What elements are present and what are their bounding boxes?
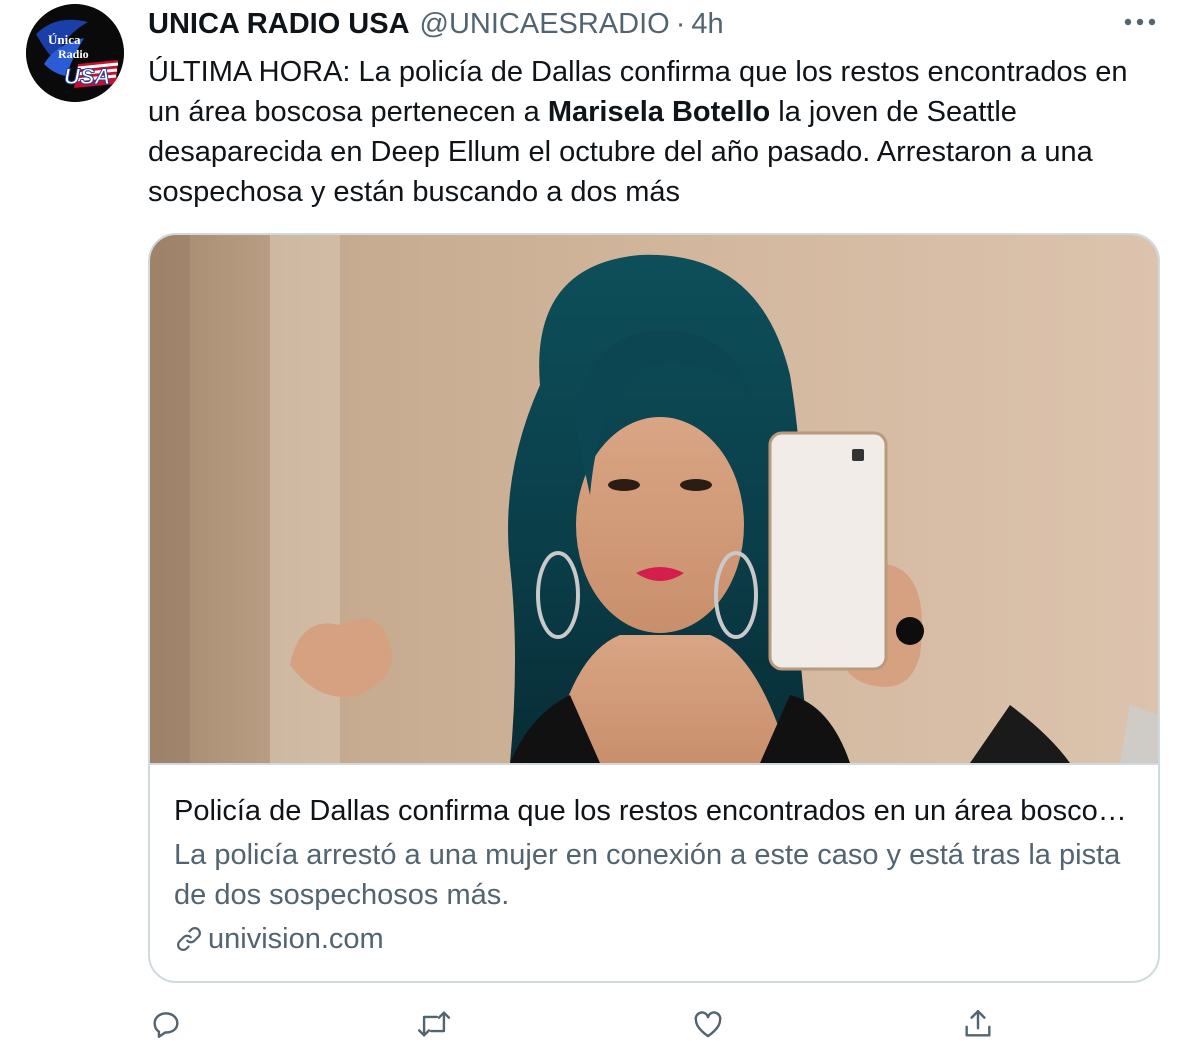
- retweet-icon: [417, 1011, 451, 1037]
- timestamp[interactable]: 4h: [691, 6, 723, 42]
- logo-text-usa: USA: [64, 64, 110, 89]
- more-horizontal-icon: [1124, 18, 1156, 26]
- logo-text-unica: Única: [48, 32, 81, 47]
- like-button[interactable]: [688, 1004, 728, 1044]
- link-card[interactable]: Policía de Dallas confirma que los resto…: [148, 233, 1160, 983]
- separator-dot: ·: [675, 8, 686, 40]
- reply-button[interactable]: [146, 1004, 186, 1044]
- card-image[interactable]: [150, 235, 1158, 765]
- card-description: La policía arrestó a una mujer en conexi…: [174, 839, 1121, 911]
- card-domain-text: univision.com: [208, 922, 384, 955]
- reply-icon: [153, 1012, 179, 1038]
- retweet-button[interactable]: [414, 1004, 454, 1044]
- share-icon: [965, 1010, 991, 1037]
- avatar[interactable]: Única Radio USA: [26, 4, 124, 102]
- display-name[interactable]: UNICA RADIO USA: [148, 6, 410, 42]
- tweet-text-bold-name: Marisela Botello: [547, 96, 771, 128]
- tweet-text: ÚLTIMA HORA: La policía de Dallas confir…: [148, 52, 1158, 212]
- share-button[interactable]: [958, 1004, 998, 1044]
- card-domain[interactable]: univision.com: [174, 919, 384, 959]
- card-photo: [150, 235, 1158, 763]
- tweet-header: UNICA RADIO USA @UNICAESRADIO · 4h: [148, 4, 724, 44]
- logo-text-radio: Radio: [58, 47, 89, 61]
- link-icon: [174, 924, 204, 954]
- user-handle[interactable]: @UNICAESRADIO: [420, 6, 670, 42]
- unica-radio-logo: Única Radio USA: [26, 4, 124, 102]
- card-title[interactable]: Policía de Dallas confirma que los resto…: [174, 791, 1134, 831]
- more-button[interactable]: [1118, 6, 1162, 38]
- like-icon: [694, 1011, 722, 1038]
